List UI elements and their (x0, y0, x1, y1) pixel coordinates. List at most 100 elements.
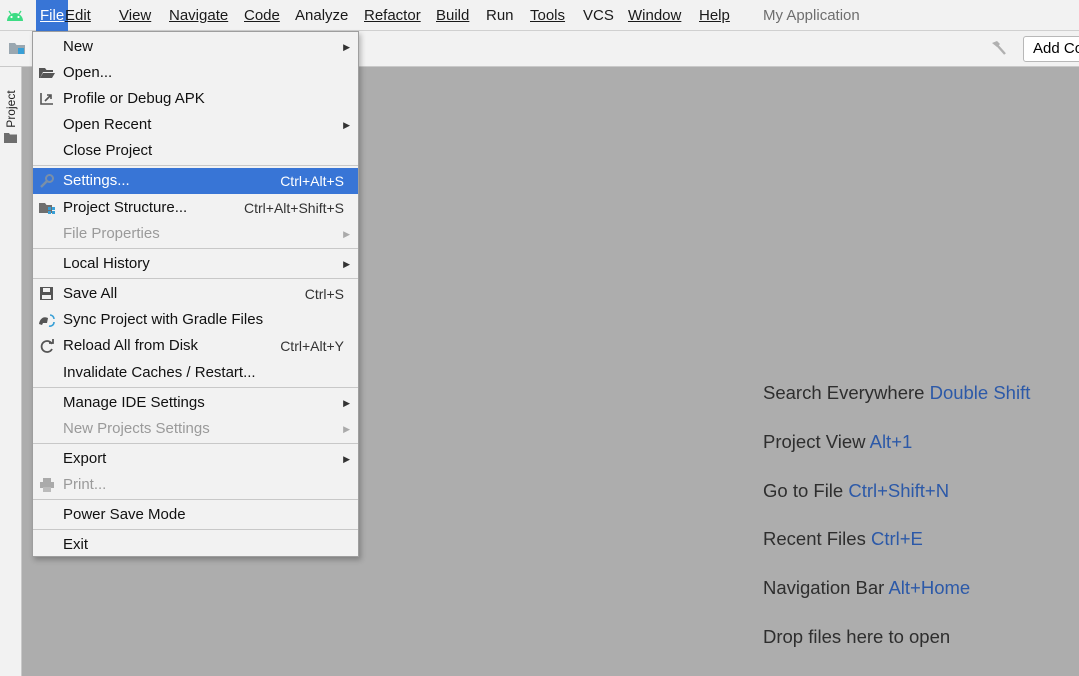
save-icon (40, 287, 53, 300)
submenu-arrow-icon: ▶ (343, 454, 350, 464)
wrench-icon (40, 174, 54, 188)
menu-item-file-properties[interactable]: File Properties ▶ (33, 221, 358, 247)
submenu-arrow-icon: ▶ (343, 259, 350, 269)
hint-go-to-file: Go to File Ctrl+Shift+N (763, 480, 949, 502)
menu-item-new-projects-settings[interactable]: New Projects Settings ▶ (33, 416, 358, 442)
menu-separator (33, 165, 358, 166)
menu-item-new[interactable]: New ▶ (33, 34, 358, 60)
menu-item-shortcut: Ctrl+Alt+Y (280, 338, 344, 354)
menu-item-open-recent[interactable]: Open Recent ▶ (33, 112, 358, 138)
submenu-arrow-icon: ▶ (343, 42, 350, 52)
menu-navigate[interactable]: Navigate (165, 0, 232, 31)
menu-code-label: Code (244, 7, 280, 24)
folder-icon (4, 133, 17, 143)
menu-item-profile-debug-apk[interactable]: Profile or Debug APK (33, 86, 358, 112)
menu-build-label: Build (436, 7, 470, 24)
add-configuration-button[interactable]: Add Configuration... (1023, 36, 1079, 62)
main-menu-bar: File Edit View Navigate Code Analyze Ref… (0, 0, 1079, 31)
hint-shortcut: Ctrl+Shift+N (848, 480, 950, 501)
menu-separator (33, 387, 358, 388)
menu-vcs[interactable]: VCS (579, 0, 618, 31)
menu-item-sync-gradle[interactable]: Sync Project with Gradle Files (33, 307, 358, 333)
menu-help-label: Help (699, 7, 730, 24)
hint-text: Search Everywhere (763, 382, 930, 403)
reload-icon (40, 339, 54, 353)
menu-item-label: Sync Project with Gradle Files (63, 311, 264, 328)
menu-item-export[interactable]: Export ▶ (33, 446, 358, 472)
menu-edit[interactable]: Edit (61, 0, 95, 31)
hint-text: Go to File (763, 480, 849, 501)
hint-text: Navigation Bar (763, 577, 889, 598)
hint-text: Drop files here to open (763, 626, 951, 647)
menu-window-label: Window (628, 7, 682, 24)
menu-item-shortcut: Ctrl+S (304, 286, 344, 302)
menu-separator (33, 278, 358, 279)
menu-item-label: Manage IDE Settings (63, 394, 205, 411)
menu-item-label: Project Structure... (63, 199, 188, 216)
menu-item-open[interactable]: Open... (33, 60, 358, 86)
menu-item-invalidate-caches[interactable]: Invalidate Caches / Restart... (33, 360, 358, 386)
submenu-arrow-icon: ▶ (343, 120, 350, 130)
menu-item-label: Power Save Mode (63, 506, 186, 523)
menu-item-shortcut: Ctrl+Alt+S (280, 173, 344, 189)
hint-shortcut: Ctrl+E (870, 528, 923, 549)
menu-item-label: Export (63, 450, 107, 467)
menu-item-close-project[interactable]: Close Project (33, 138, 358, 164)
hint-shortcut: Alt+1 (869, 431, 913, 452)
menu-item-shortcut: Ctrl+Alt+Shift+S (244, 200, 344, 216)
project-tab-label: Project (4, 90, 18, 128)
project-tool-window-tab[interactable]: Project (0, 73, 21, 149)
project-folder-icon[interactable] (8, 40, 26, 56)
menu-item-label: Open Recent (63, 116, 152, 133)
submenu-arrow-icon: ▶ (343, 398, 350, 408)
menu-item-label: Open... (63, 64, 113, 81)
profile-debug-icon (40, 93, 53, 105)
menu-item-power-save-mode[interactable]: Power Save Mode (33, 502, 358, 528)
hint-navigation-bar: Navigation Bar Alt+Home (763, 577, 970, 599)
left-tool-strip: Project (0, 67, 22, 676)
menu-view-label: View (119, 7, 152, 24)
menu-item-label: New Projects Settings (63, 420, 210, 437)
submenu-arrow-icon: ▶ (343, 424, 350, 434)
hint-project-view: Project View Alt+1 (763, 431, 912, 453)
menu-build[interactable]: Build (432, 0, 473, 31)
menu-navigate-label: Navigate (169, 7, 229, 24)
menu-item-local-history[interactable]: Local History ▶ (33, 251, 358, 277)
menu-help[interactable]: Help (695, 0, 734, 31)
menu-item-print[interactable]: Print... (33, 472, 358, 498)
gradle-sync-icon (39, 314, 55, 327)
menu-item-label: Print... (63, 476, 107, 493)
menu-analyze[interactable]: Analyze (291, 0, 352, 31)
hint-text: Recent Files (763, 528, 871, 549)
print-icon (40, 478, 54, 492)
menu-run[interactable]: Run (482, 0, 518, 31)
menu-item-label: New (63, 38, 94, 55)
menu-item-save-all[interactable]: Save All Ctrl+S (33, 281, 358, 307)
menu-item-label: Exit (63, 536, 89, 553)
menu-item-manage-ide-settings[interactable]: Manage IDE Settings ▶ (33, 390, 358, 416)
hint-shortcut: Double Shift (929, 382, 1031, 403)
build-hammer-icon[interactable] (988, 39, 1008, 59)
menu-item-settings[interactable]: Settings... Ctrl+Alt+S (33, 168, 358, 194)
menu-code[interactable]: Code (240, 0, 284, 31)
android-logo-icon (7, 10, 23, 21)
menu-item-exit[interactable]: Exit (33, 532, 358, 558)
menu-item-label: Local History (63, 255, 150, 272)
hint-shortcut: Alt+Home (888, 577, 971, 598)
hint-search-everywhere: Search Everywhere Double Shift (763, 382, 1030, 404)
app-title: My Application (763, 7, 860, 24)
menu-separator (33, 443, 358, 444)
folder-open-icon (39, 68, 55, 78)
menu-window[interactable]: Window (624, 0, 685, 31)
menu-view[interactable]: View (115, 0, 155, 31)
menu-item-reload-from-disk[interactable]: Reload All from Disk Ctrl+Alt+Y (33, 333, 358, 359)
menu-item-project-structure[interactable]: Project Structure... Ctrl+Alt+Shift+S (33, 195, 358, 221)
menu-refactor[interactable]: Refactor (360, 0, 425, 31)
menu-separator (33, 529, 358, 530)
menu-item-label: Close Project (63, 142, 153, 159)
menu-separator (33, 248, 358, 249)
menu-item-label: Settings... (63, 172, 130, 189)
menu-tools[interactable]: Tools (526, 0, 569, 31)
menu-refactor-label: Refactor (364, 7, 421, 24)
menu-item-label: Save All (63, 285, 118, 302)
